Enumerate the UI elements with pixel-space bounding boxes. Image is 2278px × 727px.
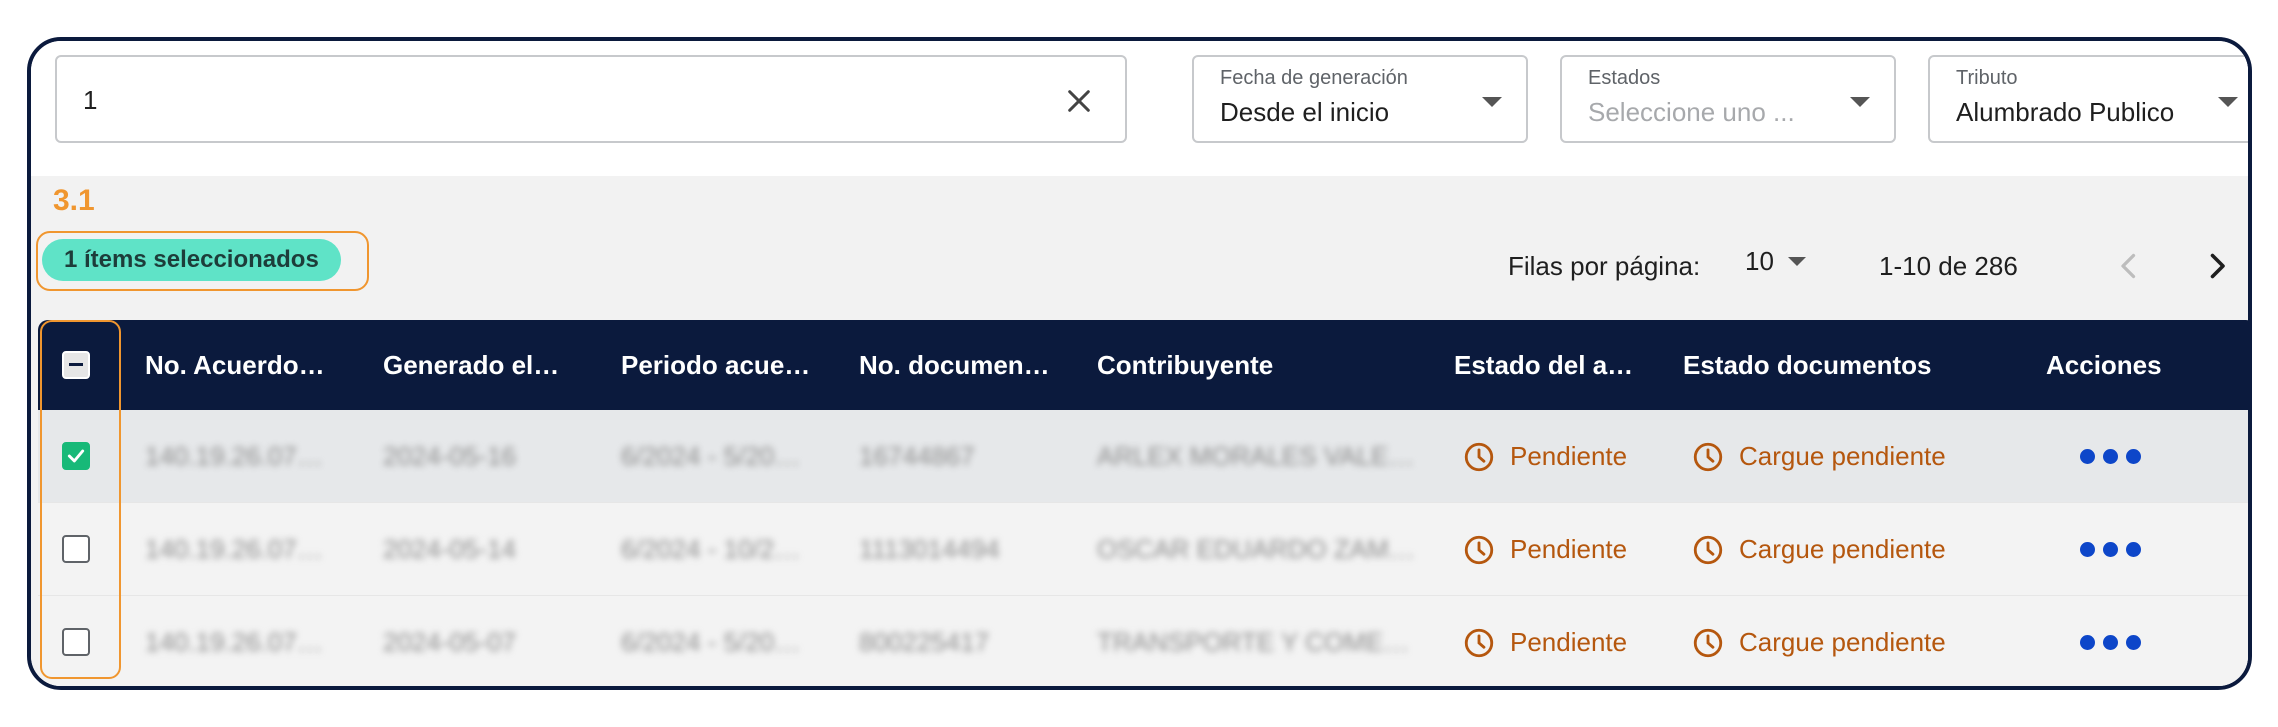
estado-acuerdo-text: Pendiente (1510, 441, 1628, 471)
cell-estado-documentos: Cargue pendiente (1691, 596, 1946, 686)
tributo-label: Tributo (1956, 67, 2018, 89)
chevron-down-icon (2218, 97, 2238, 107)
cell-no-acuerdo: 140.19.26.07… (145, 441, 323, 471)
header-estado-acuerdo[interactable]: Estado del a… (1454, 320, 1633, 410)
cell-estado-documentos: Cargue pendiente (1691, 503, 1946, 596)
cell-no-documento: 800225417 (859, 627, 990, 657)
app-frame: Fecha de generación Desde el inicio Esta… (27, 37, 2252, 690)
tributo-select[interactable]: Tributo Alumbrado Publico (1928, 55, 2248, 143)
clock-icon (1464, 628, 1494, 657)
chevron-down-icon (1850, 97, 1870, 107)
rows-per-page-label: Filas por página: (1508, 251, 1701, 281)
cell-generado: 2024-05-07 (383, 627, 516, 657)
clock-icon (1464, 442, 1494, 471)
table-row[interactable]: 140.19.26.07… 2024-05-16 6/2024 - 5/20… … (38, 410, 2248, 503)
checkbox-column-highlight (40, 320, 121, 679)
search-input[interactable] (83, 77, 983, 123)
more-actions-icon[interactable] (2080, 596, 2141, 686)
cell-estado-acuerdo: Pendiente (1462, 410, 1627, 503)
table-row[interactable]: 140.19.26.07… 2024-05-14 6/2024 - 10/2… … (38, 503, 2248, 596)
rows-per-page-value: 10 (1745, 246, 1774, 276)
header-estado-documentos[interactable]: Estado documentos (1683, 320, 1931, 410)
cell-generado: 2024-05-16 (383, 441, 516, 471)
fecha-generacion-label: Fecha de generación (1220, 67, 1408, 89)
clock-icon (1693, 535, 1723, 564)
header-periodo[interactable]: Periodo acue… (621, 320, 810, 410)
estados-label: Estados (1588, 67, 1661, 89)
next-page-icon[interactable] (2199, 248, 2235, 284)
cell-no-acuerdo: 140.19.26.07… (145, 534, 323, 564)
header-contribuyente[interactable]: Contribuyente (1097, 320, 1273, 410)
estado-documentos-text: Cargue pendiente (1739, 441, 1946, 471)
estados-select[interactable]: Estados Seleccione uno ... (1560, 55, 1896, 143)
prev-page-icon[interactable] (2111, 248, 2147, 284)
header-generado[interactable]: Generado el… (383, 320, 559, 410)
header-no-documento[interactable]: No. documen… (859, 320, 1050, 410)
cell-periodo: 6/2024 - 10/2… (621, 534, 801, 564)
step-annotation: 3.1 (53, 184, 95, 217)
header-no-acuerdo[interactable]: No. Acuerdo… (145, 320, 325, 410)
rows-per-page-select[interactable]: 10 (1745, 246, 1806, 277)
cell-periodo: 6/2024 - 5/20… (621, 627, 801, 657)
pagination-range: 1-10 de 286 (1879, 251, 2018, 281)
header-acciones: Acciones (2046, 350, 2162, 380)
chevron-down-icon (1787, 257, 1806, 266)
cell-no-documento: 1113014494 (859, 534, 1000, 564)
estado-acuerdo-text: Pendiente (1510, 534, 1628, 564)
close-icon[interactable] (1063, 85, 1095, 117)
estado-documentos-text: Cargue pendiente (1739, 534, 1946, 564)
cell-no-acuerdo: 140.19.26.07… (145, 627, 323, 657)
cell-generado: 2024-05-14 (383, 534, 516, 564)
tributo-value: Alumbrado Publico (1956, 97, 2175, 127)
cell-contribuyente: OSCAR EDUARDO ZAM… (1097, 534, 1415, 564)
clock-icon (1693, 442, 1723, 471)
clock-icon (1464, 535, 1494, 564)
estado-acuerdo-text: Pendiente (1510, 627, 1628, 657)
fecha-generacion-select[interactable]: Fecha de generación Desde el inicio (1192, 55, 1528, 143)
cell-estado-acuerdo: Pendiente (1462, 596, 1628, 686)
table-header: No. Acuerdo… Generado el… Periodo acue… … (38, 320, 2248, 410)
estados-placeholder: Seleccione uno ... (1588, 97, 1795, 127)
search-box[interactable] (55, 55, 1127, 143)
more-actions-icon[interactable] (2080, 503, 2141, 596)
cell-no-documento: 16744867 (859, 441, 975, 471)
chevron-down-icon (1482, 97, 1502, 107)
cell-contribuyente: TRANSPORTE Y COME… (1097, 627, 1410, 657)
fecha-generacion-value: Desde el inicio (1220, 97, 1390, 127)
estado-documentos-text: Cargue pendiente (1739, 627, 1946, 657)
table-row[interactable]: 140.19.26.07… 2024-05-07 6/2024 - 5/20… … (38, 596, 2248, 686)
selection-count-chip: 1 ítems seleccionados (42, 239, 341, 281)
clock-icon (1693, 628, 1723, 657)
filter-bar: Fecha de generación Desde el inicio Esta… (31, 41, 2248, 176)
cell-estado-acuerdo: Pendiente (1462, 503, 1627, 596)
cell-periodo: 6/2024 - 5/20… (621, 441, 801, 471)
cell-contribuyente: ARLEX MORALES VALE… (1097, 441, 1415, 471)
documents-table: No. Acuerdo… Generado el… Periodo acue… … (38, 320, 2248, 686)
more-actions-icon[interactable] (2080, 410, 2141, 503)
cell-estado-documentos: Cargue pendiente (1691, 410, 1946, 503)
